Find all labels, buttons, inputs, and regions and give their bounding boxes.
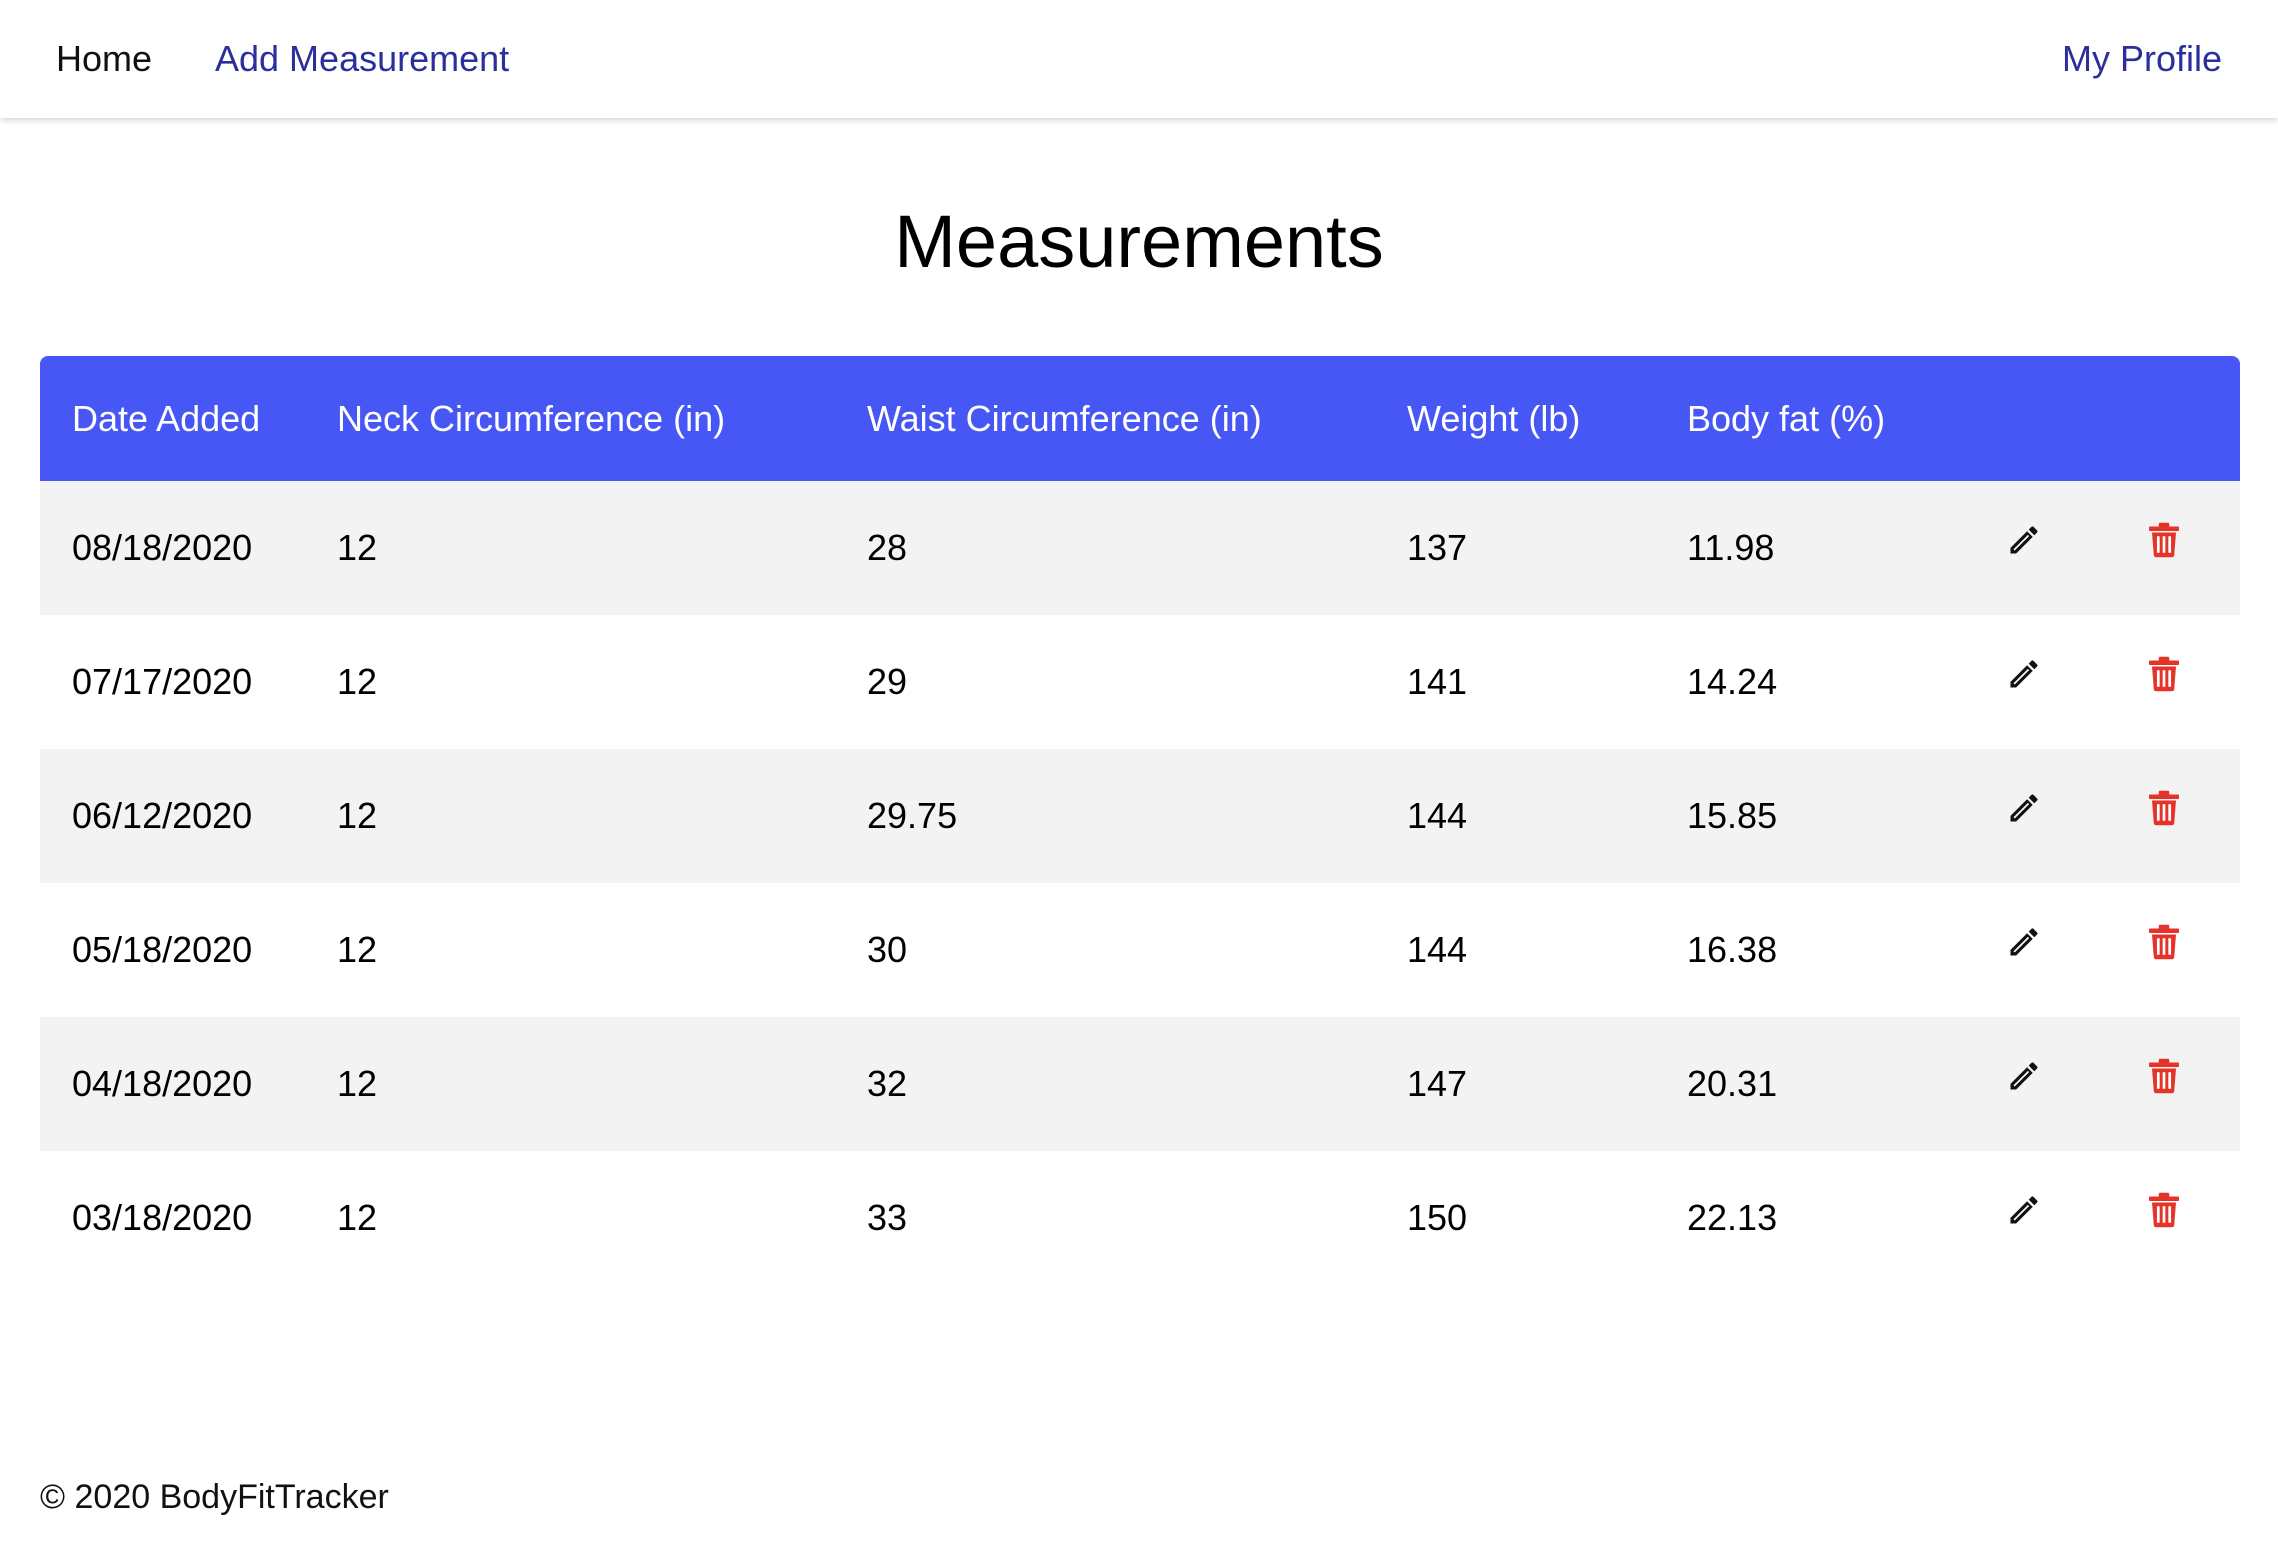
measurements-table-container: Date Added Neck Circumference (in) Waist… (40, 356, 2240, 1285)
pencil-icon[interactable] (2002, 920, 2046, 964)
measurements-table: Date Added Neck Circumference (in) Waist… (40, 356, 2240, 1285)
cell-weight: 147 (1407, 1063, 1468, 1104)
page-title: Measurements (894, 200, 1384, 283)
table-header: Date Added Neck Circumference (in) Waist… (40, 356, 2240, 481)
cell-body-fat: 16.38 (1687, 929, 1778, 970)
pencil-icon[interactable] (2002, 786, 2046, 830)
table-row: 04/18/2020 12 32 147 20.31 (40, 1017, 2240, 1151)
cell-waist: 29.75 (867, 795, 958, 836)
delete-cell (2110, 1017, 2240, 1151)
cell-date: 05/18/2020 (72, 929, 253, 970)
cell-date: 03/18/2020 (72, 1197, 253, 1238)
edit-cell (1970, 1017, 2110, 1151)
trash-icon[interactable] (2142, 920, 2186, 964)
cell-neck: 12 (337, 1063, 378, 1104)
delete-cell (2110, 1151, 2240, 1285)
nav-my-profile-link[interactable]: My Profile (2062, 38, 2222, 80)
cell-date: 08/18/2020 (72, 527, 253, 568)
trash-icon[interactable] (2142, 518, 2186, 562)
cell-body-fat: 11.98 (1687, 527, 1775, 568)
cell-waist: 30 (867, 929, 908, 970)
cell-waist: 29 (867, 661, 908, 702)
table-body: 08/18/2020 12 28 137 11.98 07/17/2020 12 29 141 1… (40, 481, 2240, 1285)
edit-cell (1970, 883, 2110, 1017)
trash-icon[interactable] (2142, 1054, 2186, 1098)
cell-weight: 150 (1407, 1197, 1468, 1238)
cell-neck: 12 (337, 795, 378, 836)
delete-cell (2110, 481, 2240, 615)
column-header-weight: Weight (lb) (1407, 397, 1581, 439)
delete-cell (2110, 615, 2240, 749)
pencil-icon[interactable] (2002, 518, 2046, 562)
cell-date: 04/18/2020 (72, 1063, 253, 1104)
trash-icon[interactable] (2142, 1188, 2186, 1232)
cell-date: 06/12/2020 (72, 795, 253, 836)
column-header-neck: Neck Circumference (in) (337, 397, 726, 439)
table-row: 08/18/2020 12 28 137 11.98 (40, 481, 2240, 615)
footer-copyright: © 2020 BodyFitTracker (40, 1478, 389, 1516)
column-header-delete (2110, 356, 2240, 481)
cell-neck: 12 (337, 527, 378, 568)
cell-weight: 144 (1407, 929, 1468, 970)
delete-cell (2110, 749, 2240, 883)
table-row: 07/17/2020 12 29 141 14.24 (40, 615, 2240, 749)
top-navbar: Home Add Measurement My Profile (0, 0, 2278, 118)
nav-home-link[interactable]: Home (56, 38, 152, 80)
cell-body-fat: 20.31 (1687, 1063, 1778, 1104)
edit-cell (1970, 1151, 2110, 1285)
edit-cell (1970, 481, 2110, 615)
delete-cell (2110, 883, 2240, 1017)
cell-waist: 28 (867, 527, 908, 568)
column-header-date: Date Added (72, 397, 261, 439)
column-header-body-fat: Body fat (%) (1687, 397, 1886, 439)
cell-neck: 12 (337, 661, 378, 702)
table-row: 06/12/2020 12 29.75 144 15.85 (40, 749, 2240, 883)
table-row: 05/18/2020 12 30 144 16.38 (40, 883, 2240, 1017)
pencil-icon[interactable] (2002, 652, 2046, 696)
cell-body-fat: 15.85 (1687, 795, 1778, 836)
cell-date: 07/17/2020 (72, 661, 253, 702)
edit-cell (1970, 615, 2110, 749)
cell-weight: 141 (1407, 661, 1468, 702)
table-header-row: Date Added Neck Circumference (in) Waist… (40, 356, 2240, 481)
cell-weight: 144 (1407, 795, 1468, 836)
nav-add-measurement-link[interactable]: Add Measurement (215, 38, 509, 80)
table-row: 03/18/2020 12 33 150 22.13 (40, 1151, 2240, 1285)
cell-waist: 32 (867, 1063, 908, 1104)
column-header-edit (1970, 356, 2110, 481)
column-header-waist: Waist Circumference (in) (867, 397, 1262, 439)
cell-neck: 12 (337, 1197, 378, 1238)
cell-body-fat: 14.24 (1687, 661, 1778, 702)
cell-body-fat: 22.13 (1687, 1197, 1778, 1238)
pencil-icon[interactable] (2002, 1188, 2046, 1232)
trash-icon[interactable] (2142, 786, 2186, 830)
cell-waist: 33 (867, 1197, 908, 1238)
cell-weight: 137 (1407, 527, 1468, 568)
trash-icon[interactable] (2142, 652, 2186, 696)
edit-cell (1970, 749, 2110, 883)
cell-neck: 12 (337, 929, 378, 970)
pencil-icon[interactable] (2002, 1054, 2046, 1098)
